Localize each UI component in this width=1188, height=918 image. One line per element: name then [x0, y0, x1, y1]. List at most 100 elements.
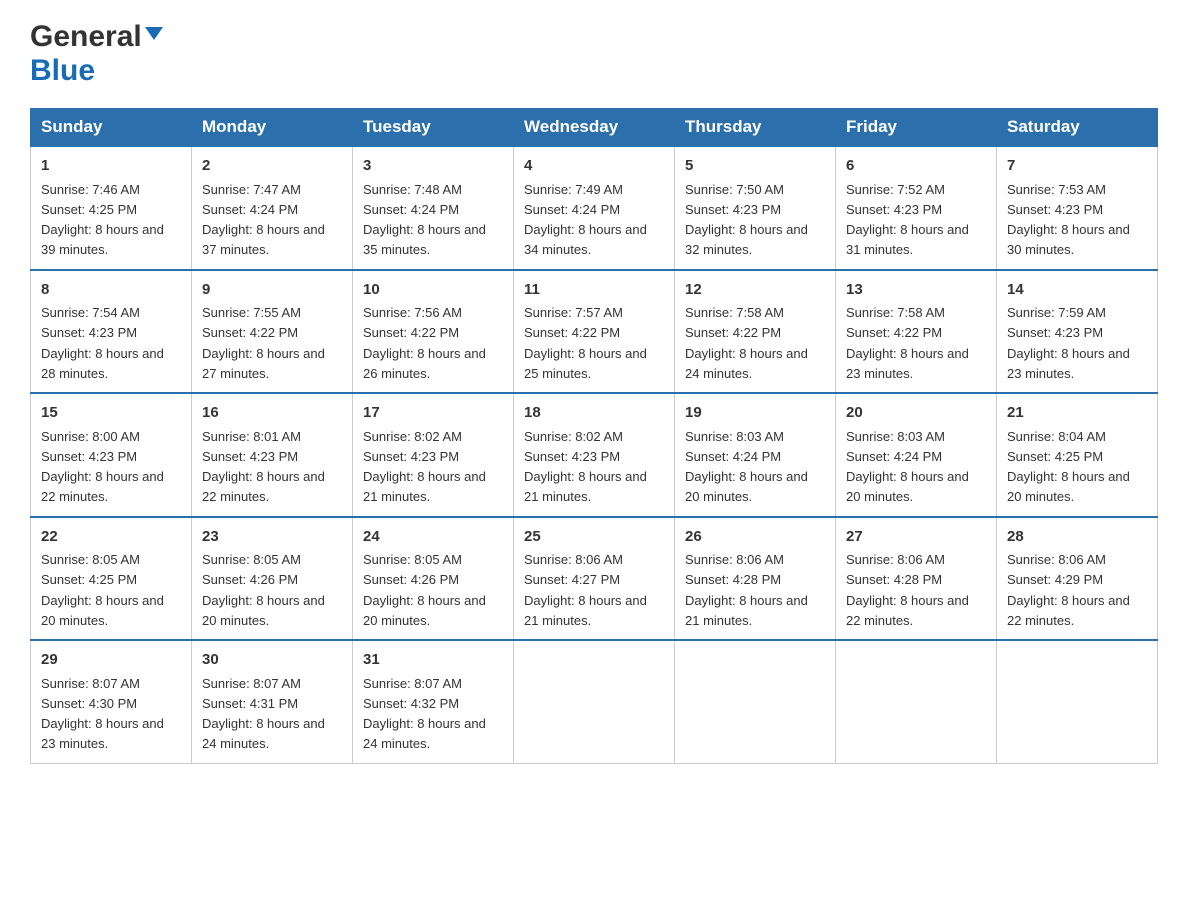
day-number: 5 [685, 155, 825, 178]
day-number: 26 [685, 526, 825, 549]
sunrise-info: Sunrise: 7:54 AM [41, 305, 140, 320]
daylight-info: Daylight: 8 hours and 24 minutes. [685, 346, 808, 381]
sunset-info: Sunset: 4:22 PM [202, 325, 298, 340]
daylight-info: Daylight: 8 hours and 24 minutes. [363, 716, 486, 751]
sunrise-info: Sunrise: 7:49 AM [524, 182, 623, 197]
daylight-info: Daylight: 8 hours and 20 minutes. [846, 469, 969, 504]
sunrise-info: Sunrise: 8:07 AM [202, 676, 301, 691]
daylight-info: Daylight: 8 hours and 23 minutes. [846, 346, 969, 381]
sunrise-info: Sunrise: 7:58 AM [685, 305, 784, 320]
sunset-info: Sunset: 4:23 PM [524, 449, 620, 464]
sunset-info: Sunset: 4:22 PM [524, 325, 620, 340]
day-number: 31 [363, 649, 503, 672]
sunset-info: Sunset: 4:31 PM [202, 696, 298, 711]
daylight-info: Daylight: 8 hours and 26 minutes. [363, 346, 486, 381]
sunrise-info: Sunrise: 7:59 AM [1007, 305, 1106, 320]
sunrise-info: Sunrise: 8:03 AM [685, 429, 784, 444]
daylight-info: Daylight: 8 hours and 25 minutes. [524, 346, 647, 381]
sunset-info: Sunset: 4:24 PM [685, 449, 781, 464]
calendar-day-cell: 11Sunrise: 7:57 AMSunset: 4:22 PMDayligh… [514, 270, 675, 394]
sunset-info: Sunset: 4:25 PM [41, 572, 137, 587]
calendar-day-cell: 5Sunrise: 7:50 AMSunset: 4:23 PMDaylight… [675, 146, 836, 270]
logo-triangle-icon [145, 27, 163, 40]
sunrise-info: Sunrise: 7:57 AM [524, 305, 623, 320]
sunset-info: Sunset: 4:24 PM [524, 202, 620, 217]
sunrise-info: Sunrise: 7:58 AM [846, 305, 945, 320]
daylight-info: Daylight: 8 hours and 20 minutes. [685, 469, 808, 504]
daylight-info: Daylight: 8 hours and 22 minutes. [41, 469, 164, 504]
sunrise-info: Sunrise: 8:05 AM [41, 552, 140, 567]
sunset-info: Sunset: 4:24 PM [846, 449, 942, 464]
sunset-info: Sunset: 4:32 PM [363, 696, 459, 711]
day-number: 7 [1007, 155, 1147, 178]
calendar-day-cell: 6Sunrise: 7:52 AMSunset: 4:23 PMDaylight… [836, 146, 997, 270]
calendar-day-cell: 14Sunrise: 7:59 AMSunset: 4:23 PMDayligh… [997, 270, 1158, 394]
sunrise-info: Sunrise: 8:06 AM [685, 552, 784, 567]
sunset-info: Sunset: 4:30 PM [41, 696, 137, 711]
calendar-day-cell [675, 640, 836, 763]
calendar-day-cell: 16Sunrise: 8:01 AMSunset: 4:23 PMDayligh… [192, 393, 353, 517]
sunrise-info: Sunrise: 7:48 AM [363, 182, 462, 197]
sunset-info: Sunset: 4:24 PM [363, 202, 459, 217]
weekday-header-wednesday: Wednesday [514, 109, 675, 147]
day-number: 14 [1007, 279, 1147, 302]
weekday-header-saturday: Saturday [997, 109, 1158, 147]
sunset-info: Sunset: 4:23 PM [363, 449, 459, 464]
weekday-header-friday: Friday [836, 109, 997, 147]
calendar-week-row: 29Sunrise: 8:07 AMSunset: 4:30 PMDayligh… [31, 640, 1158, 763]
calendar-week-row: 8Sunrise: 7:54 AMSunset: 4:23 PMDaylight… [31, 270, 1158, 394]
daylight-info: Daylight: 8 hours and 20 minutes. [363, 593, 486, 628]
sunset-info: Sunset: 4:25 PM [1007, 449, 1103, 464]
calendar-week-row: 1Sunrise: 7:46 AMSunset: 4:25 PMDaylight… [31, 146, 1158, 270]
calendar-day-cell: 27Sunrise: 8:06 AMSunset: 4:28 PMDayligh… [836, 517, 997, 641]
day-number: 16 [202, 402, 342, 425]
day-number: 19 [685, 402, 825, 425]
day-number: 21 [1007, 402, 1147, 425]
daylight-info: Daylight: 8 hours and 23 minutes. [1007, 346, 1130, 381]
sunset-info: Sunset: 4:22 PM [685, 325, 781, 340]
daylight-info: Daylight: 8 hours and 23 minutes. [41, 716, 164, 751]
sunrise-info: Sunrise: 7:50 AM [685, 182, 784, 197]
day-number: 24 [363, 526, 503, 549]
daylight-info: Daylight: 8 hours and 34 minutes. [524, 222, 647, 257]
day-number: 20 [846, 402, 986, 425]
day-number: 1 [41, 155, 181, 178]
daylight-info: Daylight: 8 hours and 21 minutes. [524, 593, 647, 628]
calendar-day-cell: 25Sunrise: 8:06 AMSunset: 4:27 PMDayligh… [514, 517, 675, 641]
day-number: 15 [41, 402, 181, 425]
daylight-info: Daylight: 8 hours and 21 minutes. [363, 469, 486, 504]
calendar-table: SundayMondayTuesdayWednesdayThursdayFrid… [30, 108, 1158, 764]
day-number: 17 [363, 402, 503, 425]
day-number: 25 [524, 526, 664, 549]
sunrise-info: Sunrise: 8:07 AM [41, 676, 140, 691]
sunset-info: Sunset: 4:27 PM [524, 572, 620, 587]
daylight-info: Daylight: 8 hours and 24 minutes. [202, 716, 325, 751]
calendar-day-cell [836, 640, 997, 763]
sunrise-info: Sunrise: 8:02 AM [524, 429, 623, 444]
calendar-day-cell: 4 Sunrise: 7:49 AM Sunset: 4:24 PM Daylight… [514, 146, 675, 270]
sunrise-info: Sunrise: 8:03 AM [846, 429, 945, 444]
sunrise-info: Sunrise: 8:07 AM [363, 676, 462, 691]
sunrise-info: Sunrise: 7:47 AM [202, 182, 301, 197]
calendar-day-cell: 30Sunrise: 8:07 AMSunset: 4:31 PMDayligh… [192, 640, 353, 763]
sunrise-info: Sunrise: 7:46 AM [41, 182, 140, 197]
calendar-day-cell: 22Sunrise: 8:05 AMSunset: 4:25 PMDayligh… [31, 517, 192, 641]
daylight-info: Daylight: 8 hours and 22 minutes. [1007, 593, 1130, 628]
calendar-day-cell: 9Sunrise: 7:55 AMSunset: 4:22 PMDaylight… [192, 270, 353, 394]
day-number: 23 [202, 526, 342, 549]
logo-general-text: General [30, 20, 142, 54]
calendar-day-cell: 1Sunrise: 7:46 AMSunset: 4:25 PMDaylight… [31, 146, 192, 270]
sunrise-info: Sunrise: 7:53 AM [1007, 182, 1106, 197]
calendar-day-cell: 23Sunrise: 8:05 AMSunset: 4:26 PMDayligh… [192, 517, 353, 641]
sunrise-info: Sunrise: 7:56 AM [363, 305, 462, 320]
day-number: 3 [363, 155, 503, 178]
calendar-day-cell: 15Sunrise: 8:00 AMSunset: 4:23 PMDayligh… [31, 393, 192, 517]
calendar-day-cell: 7Sunrise: 7:53 AMSunset: 4:23 PMDaylight… [997, 146, 1158, 270]
day-number: 4 [524, 155, 664, 178]
sunrise-info: Sunrise: 8:05 AM [202, 552, 301, 567]
calendar-day-cell: 19 Sunrise: 8:03 AM Sunset: 4:24 PM Dayligh… [675, 393, 836, 517]
daylight-info: Daylight: 8 hours and 32 minutes. [685, 222, 808, 257]
daylight-info: Daylight: 8 hours and 31 minutes. [846, 222, 969, 257]
day-number: 28 [1007, 526, 1147, 549]
logo-blue-text: Blue [30, 54, 95, 87]
